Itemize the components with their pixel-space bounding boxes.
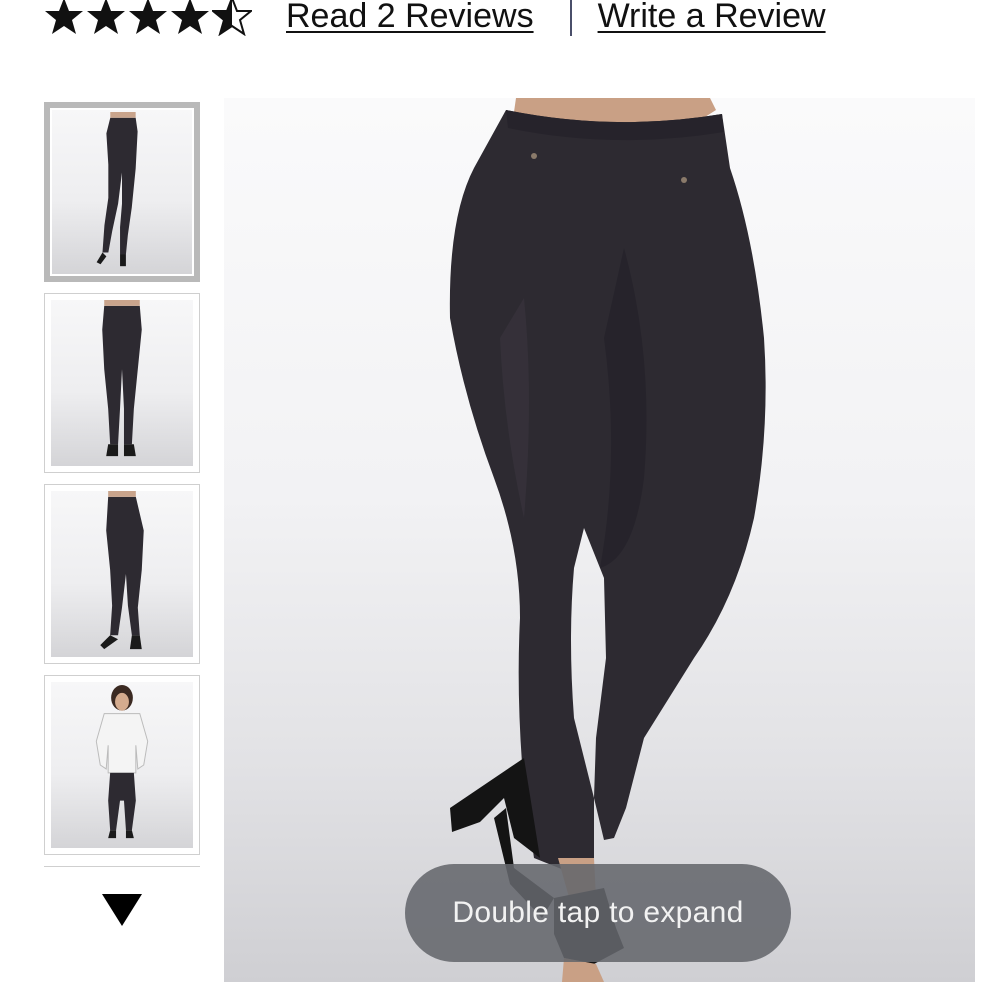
leggings-product-image (449, 98, 766, 982)
star-rating (44, 0, 252, 36)
star-full-icon (170, 0, 210, 36)
rating-review-bar: Read 2 Reviews Write a Review (44, 0, 826, 46)
leggings-side-view-image (100, 491, 144, 650)
product-page: Read 2 Reviews Write a Review Double tap… (0, 0, 1000, 1000)
read-reviews-link[interactable]: Read 2 Reviews (286, 0, 534, 36)
thumbnail-front-view[interactable] (44, 102, 200, 282)
star-half-icon (212, 0, 252, 36)
leggings-back-view-image (102, 300, 142, 457)
star-full-icon (128, 0, 168, 36)
model-full-outfit-image (95, 684, 149, 839)
star-full-icon (44, 0, 84, 36)
double-tap-toast: Double tap to expand (405, 864, 791, 962)
thumbnail-scroll-down-button[interactable] (100, 890, 144, 930)
triangle-down-icon (102, 894, 142, 926)
write-review-link[interactable]: Write a Review (598, 0, 826, 36)
thumbnail-rail (44, 102, 202, 926)
star-full-icon (86, 0, 126, 36)
thumbnail-side-view[interactable] (44, 484, 200, 664)
main-product-image[interactable]: Double tap to expand (224, 98, 975, 982)
link-separator (569, 0, 572, 36)
thumbnail-back-view[interactable] (44, 293, 200, 473)
rail-divider (44, 866, 200, 867)
leggings-front-view-image (96, 111, 138, 267)
thumbnail-full-outfit[interactable] (44, 675, 200, 855)
